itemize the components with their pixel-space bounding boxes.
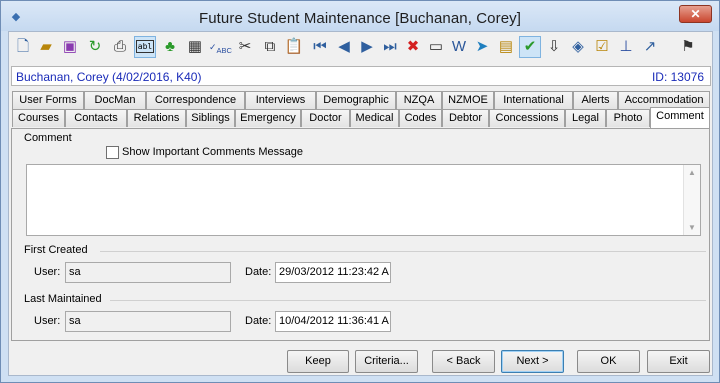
window-title: Future Student Maintenance [Buchanan, Co… [198, 10, 522, 27]
important-comments-label[interactable]: Show Important Comments Message [122, 146, 303, 158]
paste-icon[interactable]: 📋 [283, 36, 305, 58]
tab-courses[interactable]: Courses [12, 109, 65, 127]
first-created-label: First Created [24, 244, 88, 256]
ok-button[interactable]: OK [577, 350, 640, 373]
tab-docman[interactable]: DocMan [84, 91, 146, 109]
last-maintained-date-field: 10/04/2012 11:36:41 A [275, 311, 391, 332]
last-maintained-user-field: sa [65, 311, 231, 332]
first-record-icon[interactable]: ⏮ [309, 36, 331, 58]
cut-icon[interactable]: ✂ [234, 36, 256, 58]
student-header: Buchanan, Corey (4/02/2016, K40) ID: 130… [11, 66, 711, 86]
new-document-icon[interactable]: 🗋 [12, 36, 34, 58]
tab-debtor[interactable]: Debtor [442, 109, 489, 127]
tab-comment[interactable]: Comment [650, 107, 710, 128]
scroll-down-icon[interactable]: ▼ [688, 223, 696, 232]
checklist-icon[interactable]: ☑ [591, 36, 613, 58]
title-bar[interactable]: ◆ Future Student Maintenance [Buchanan, … [1, 1, 719, 31]
client-area: 🗋 ▰ ▣ ↻ ⎙ abl ♣ ▦ ✓ABC ✂ ⧉ 📋 ⏮ ◀ ▶ ⏭ ✖ ▭… [8, 31, 713, 376]
pin-icon[interactable]: ⊥ [615, 36, 637, 58]
last-record-icon[interactable]: ⏭ [379, 36, 401, 58]
forward-icon[interactable]: ➤ [471, 36, 493, 58]
tab-demographic[interactable]: Demographic [316, 91, 396, 109]
delete-icon[interactable]: ✖ [402, 36, 424, 58]
tab-correspondence[interactable]: Correspondence [146, 91, 245, 109]
first-created-user-field: sa [65, 262, 231, 283]
divider [110, 300, 706, 301]
flag-icon[interactable]: ⚑ [677, 36, 699, 58]
comment-panel: Comment Show Important Comments Message … [11, 128, 710, 341]
tab-nzqa[interactable]: NZQA [396, 91, 442, 109]
word-icon[interactable]: W [448, 36, 470, 58]
tab-doctor[interactable]: Doctor [301, 109, 350, 127]
tab-contacts[interactable]: Contacts [65, 109, 127, 127]
print-icon[interactable]: ⎙ [109, 36, 131, 58]
back-button[interactable]: < Back [432, 350, 495, 373]
tab-nzmoe[interactable]: NZMOE [442, 91, 494, 109]
tab-legal[interactable]: Legal [565, 109, 606, 127]
first-created-date-field: 29/03/2012 11:23:42 A [275, 262, 391, 283]
tab-emergency[interactable]: Emergency [235, 109, 301, 127]
last-maintained-date-label: Date: [245, 315, 272, 327]
calculator-icon[interactable]: ▦ [184, 36, 206, 58]
download-icon[interactable]: ⇩ [543, 36, 565, 58]
exit-button[interactable]: Exit [647, 350, 710, 373]
abl-label: abl [135, 40, 155, 53]
criteria-button[interactable]: Criteria... [355, 350, 418, 373]
next-record-icon[interactable]: ▶ [356, 36, 378, 58]
last-maintained-user-label: User: [34, 315, 61, 327]
tab-photo[interactable]: Photo [606, 109, 650, 127]
approve-icon[interactable]: ✔ [519, 36, 541, 58]
tree-icon[interactable]: ♣ [159, 36, 181, 58]
spellcheck-icon[interactable]: ✓ABC [209, 36, 232, 58]
first-created-date-label: Date: [245, 266, 272, 278]
tab-interviews[interactable]: Interviews [245, 91, 316, 109]
previous-record-icon[interactable]: ◀ [333, 36, 355, 58]
next-button[interactable]: Next > [501, 350, 564, 373]
tab-medical[interactable]: Medical [350, 109, 399, 127]
first-created-user-label: User: [34, 266, 61, 278]
link-arrow-icon[interactable]: ↗ [639, 36, 661, 58]
card-icon[interactable]: ▭ [425, 36, 447, 58]
last-maintained-label: Last Maintained [24, 293, 102, 305]
comment-scrollbar[interactable]: ▲ ▼ [683, 165, 700, 235]
comment-section-label: Comment [24, 132, 72, 144]
abl-icon[interactable]: abl [134, 36, 156, 58]
tab-alerts[interactable]: Alerts [573, 91, 618, 109]
main-window: ◆ Future Student Maintenance [Buchanan, … [0, 0, 720, 383]
student-id: ID: 13076 [651, 70, 704, 84]
save-icon[interactable]: ▣ [59, 36, 81, 58]
open-folder-icon[interactable]: ▰ [35, 36, 57, 58]
copy-icon[interactable]: ⧉ [259, 36, 281, 58]
tab-international[interactable]: International [494, 91, 573, 109]
toolbar: 🗋 ▰ ▣ ↻ ⎙ abl ♣ ▦ ✓ABC ✂ ⧉ 📋 ⏮ ◀ ▶ ⏭ ✖ ▭… [9, 32, 712, 62]
tag-icon[interactable]: ◈ [567, 36, 589, 58]
tab-concessions[interactable]: Concessions [489, 109, 565, 127]
student-name: Buchanan, Corey (4/02/2016, K40) [16, 70, 202, 84]
tab-siblings[interactable]: Siblings [186, 109, 235, 127]
keep-button[interactable]: Keep [287, 350, 349, 373]
divider [100, 251, 706, 252]
refresh-icon[interactable]: ↻ [84, 36, 106, 58]
comment-textarea[interactable]: ▲ ▼ [26, 164, 701, 236]
tab-user-forms[interactable]: User Forms [12, 91, 84, 109]
scroll-up-icon[interactable]: ▲ [688, 168, 696, 177]
close-button[interactable]: ✕ [679, 5, 712, 23]
tab-relations[interactable]: Relations [127, 109, 186, 127]
tab-codes[interactable]: Codes [399, 109, 442, 127]
clipboard-icon[interactable]: ▤ [495, 36, 517, 58]
close-icon: ✕ [690, 7, 701, 21]
important-comments-checkbox[interactable] [106, 146, 119, 159]
